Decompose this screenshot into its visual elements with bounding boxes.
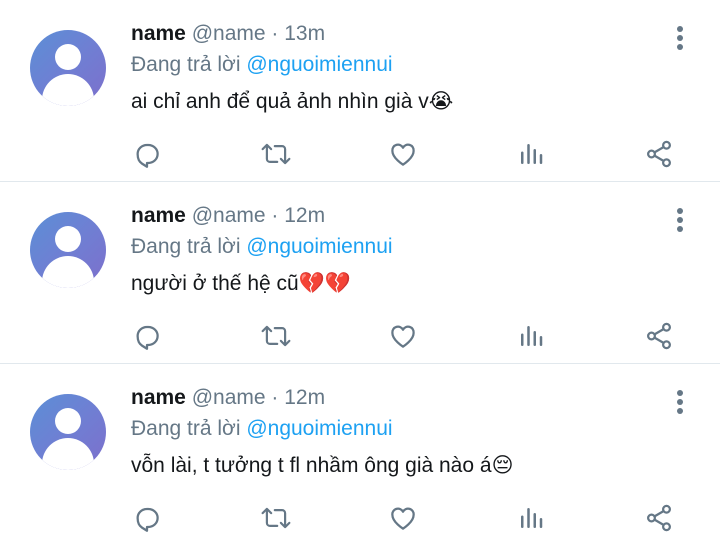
like-button[interactable] bbox=[385, 136, 421, 172]
stats-icon bbox=[521, 326, 543, 346]
replying-prefix: Đang trả lời bbox=[131, 235, 241, 258]
avatar[interactable] bbox=[30, 212, 106, 288]
reply-icon bbox=[136, 325, 159, 350]
like-button[interactable] bbox=[385, 500, 421, 536]
tweet-header: name @name · 12m bbox=[131, 386, 325, 410]
user-handle[interactable]: @name bbox=[192, 386, 266, 409]
share-button[interactable] bbox=[641, 318, 677, 354]
timestamp[interactable]: 13m bbox=[284, 22, 325, 45]
share-button[interactable] bbox=[641, 500, 677, 536]
separator-dot: · bbox=[271, 204, 279, 227]
display-name[interactable]: name bbox=[131, 204, 186, 227]
share-icon bbox=[646, 322, 672, 350]
replying-prefix: Đang trả lời bbox=[131, 53, 241, 76]
heart-icon bbox=[391, 507, 415, 530]
tweet-actions bbox=[0, 318, 720, 354]
retweet-button[interactable] bbox=[258, 136, 294, 172]
stats-button[interactable] bbox=[513, 500, 549, 536]
replying-to: Đang trả lời @nguoimiennui bbox=[131, 53, 393, 77]
reply-feed: name @name · 13m Đang trả lời @nguoimien… bbox=[0, 0, 720, 548]
replying-to: Đang trả lời @nguoimiennui bbox=[131, 235, 393, 259]
tweet-text-content: vỗn lài, t tưởng t fl nhầm ông già nào á bbox=[131, 454, 492, 477]
tweet-actions bbox=[0, 136, 720, 172]
tweet-actions bbox=[0, 500, 720, 536]
heart-icon bbox=[391, 325, 415, 348]
tweet[interactable]: name @name · 12m Đang trả lời @nguoimien… bbox=[0, 364, 720, 546]
reply-icon bbox=[136, 507, 159, 532]
tweet[interactable]: name @name · 13m Đang trả lời @nguoimien… bbox=[0, 0, 720, 182]
mention-link[interactable]: @nguoimiennui bbox=[246, 417, 392, 440]
stats-icon bbox=[521, 144, 543, 164]
retweet-icon bbox=[261, 507, 291, 529]
retweet-button[interactable] bbox=[258, 318, 294, 354]
mention-link[interactable]: @nguoimiennui bbox=[246, 53, 392, 76]
retweet-button[interactable] bbox=[258, 500, 294, 536]
tweet-emoji: 😔 bbox=[491, 453, 514, 477]
share-icon bbox=[646, 504, 672, 532]
tweet-header: name @name · 12m bbox=[131, 204, 325, 228]
stats-icon bbox=[521, 508, 543, 528]
stats-button[interactable] bbox=[513, 136, 549, 172]
tweet-text: người ở thế hệ cũ💔💔 bbox=[131, 271, 351, 296]
replying-prefix: Đang trả lời bbox=[131, 417, 241, 440]
reply-button[interactable] bbox=[129, 318, 165, 354]
separator-dot: · bbox=[271, 22, 279, 45]
tweet[interactable]: name @name · 12m Đang trả lời @nguoimien… bbox=[0, 182, 720, 364]
separator-dot: · bbox=[271, 386, 279, 409]
avatar[interactable] bbox=[30, 394, 106, 470]
share-button[interactable] bbox=[641, 136, 677, 172]
mention-link[interactable]: @nguoimiennui bbox=[246, 235, 392, 258]
retweet-icon bbox=[261, 325, 291, 347]
heart-icon bbox=[391, 143, 415, 166]
user-handle[interactable]: @name bbox=[192, 22, 266, 45]
tweet-text-content: người ở thế hệ cũ bbox=[131, 272, 299, 295]
user-handle[interactable]: @name bbox=[192, 204, 266, 227]
replying-to: Đang trả lời @nguoimiennui bbox=[131, 417, 393, 441]
reply-icon bbox=[136, 143, 159, 168]
timestamp[interactable]: 12m bbox=[284, 204, 325, 227]
more-vertical-icon[interactable] bbox=[664, 386, 696, 418]
avatar-head bbox=[55, 44, 81, 70]
tweet-emoji: 💔💔 bbox=[298, 271, 351, 295]
more-vertical-icon[interactable] bbox=[664, 204, 696, 236]
like-button[interactable] bbox=[385, 318, 421, 354]
tweet-emoji: 😭 bbox=[428, 89, 454, 113]
reply-button[interactable] bbox=[129, 136, 165, 172]
display-name[interactable]: name bbox=[131, 22, 186, 45]
tweet-text: vỗn lài, t tưởng t fl nhầm ông già nào á… bbox=[131, 453, 513, 478]
avatar[interactable] bbox=[30, 30, 106, 106]
avatar-shoulders bbox=[42, 74, 94, 106]
display-name[interactable]: name bbox=[131, 386, 186, 409]
stats-button[interactable] bbox=[513, 318, 549, 354]
share-icon bbox=[646, 140, 672, 168]
reply-button[interactable] bbox=[129, 500, 165, 536]
more-vertical-icon[interactable] bbox=[664, 22, 696, 54]
retweet-icon bbox=[261, 143, 291, 165]
tweet-text: ai chỉ anh để quả ảnh nhìn già v😭 bbox=[131, 89, 453, 114]
avatar-shoulders bbox=[42, 438, 94, 470]
avatar-shoulders bbox=[42, 256, 94, 288]
tweet-text-content: ai chỉ anh để quả ảnh nhìn già v bbox=[131, 90, 429, 113]
tweet-header: name @name · 13m bbox=[131, 22, 325, 46]
avatar-head bbox=[55, 226, 81, 252]
timestamp[interactable]: 12m bbox=[284, 386, 325, 409]
avatar-head bbox=[55, 408, 81, 434]
